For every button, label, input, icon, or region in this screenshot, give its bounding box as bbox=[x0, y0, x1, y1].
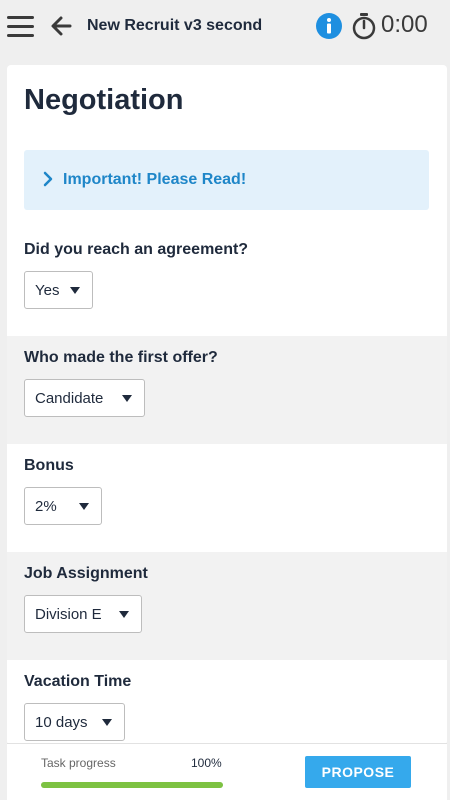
timer-display: 0:00 bbox=[381, 11, 428, 38]
bonus-select[interactable]: 2% bbox=[24, 487, 102, 525]
select-value: Division E bbox=[35, 605, 102, 623]
chevron-down-icon bbox=[119, 611, 129, 618]
vacation-time-select[interactable]: 10 days bbox=[24, 703, 125, 741]
question-label: Did you reach an agreement? bbox=[24, 241, 249, 258]
chevron-right-icon bbox=[43, 171, 53, 187]
notice-label: Important! Please Read! bbox=[63, 171, 247, 188]
page-title: Negotiation bbox=[24, 84, 184, 116]
job-assignment-select[interactable]: Division E bbox=[24, 595, 142, 633]
question-label: Who made the first offer? bbox=[24, 349, 218, 366]
info-icon[interactable] bbox=[316, 13, 342, 39]
important-notice[interactable]: Important! Please Read! bbox=[24, 150, 429, 210]
chevron-down-icon bbox=[102, 719, 112, 726]
question-label: Vacation Time bbox=[24, 673, 132, 690]
chevron-down-icon bbox=[122, 395, 132, 402]
select-value: Yes bbox=[35, 281, 60, 299]
chevron-down-icon bbox=[79, 503, 89, 510]
chevron-down-icon bbox=[70, 287, 80, 294]
question-agreement: Did you reach an agreement? Yes bbox=[7, 228, 447, 336]
question-job-assignment: Job Assignment Division E bbox=[7, 552, 447, 660]
progress-fill bbox=[41, 782, 223, 788]
propose-button[interactable]: PROPOSE bbox=[305, 756, 411, 788]
select-value: 2% bbox=[35, 497, 57, 515]
select-value: 10 days bbox=[35, 713, 88, 731]
question-label: Job Assignment bbox=[24, 565, 148, 582]
progress-bar bbox=[41, 782, 223, 788]
question-label: Bonus bbox=[24, 457, 74, 474]
app-title: New Recruit v3 second bbox=[87, 17, 263, 34]
progress-percent: 100% bbox=[191, 756, 222, 770]
top-bar: New Recruit v3 second 0:00 bbox=[0, 0, 450, 56]
select-value: Candidate bbox=[35, 389, 104, 407]
progress-label: Task progress bbox=[41, 756, 116, 770]
negotiation-card: Negotiation Important! Please Read! Did … bbox=[7, 65, 447, 745]
stopwatch-icon bbox=[351, 12, 377, 40]
question-first-offer: Who made the first offer? Candidate bbox=[7, 336, 447, 444]
first-offer-select[interactable]: Candidate bbox=[24, 379, 145, 417]
hamburger-menu-icon[interactable] bbox=[7, 16, 34, 38]
question-vacation-time: Vacation Time 10 days bbox=[7, 660, 447, 745]
question-bonus: Bonus 2% bbox=[7, 444, 447, 552]
bottom-bar: Task progress 100% PROPOSE bbox=[7, 743, 447, 800]
agreement-select[interactable]: Yes bbox=[24, 271, 93, 309]
arrow-left-icon[interactable] bbox=[50, 14, 72, 38]
